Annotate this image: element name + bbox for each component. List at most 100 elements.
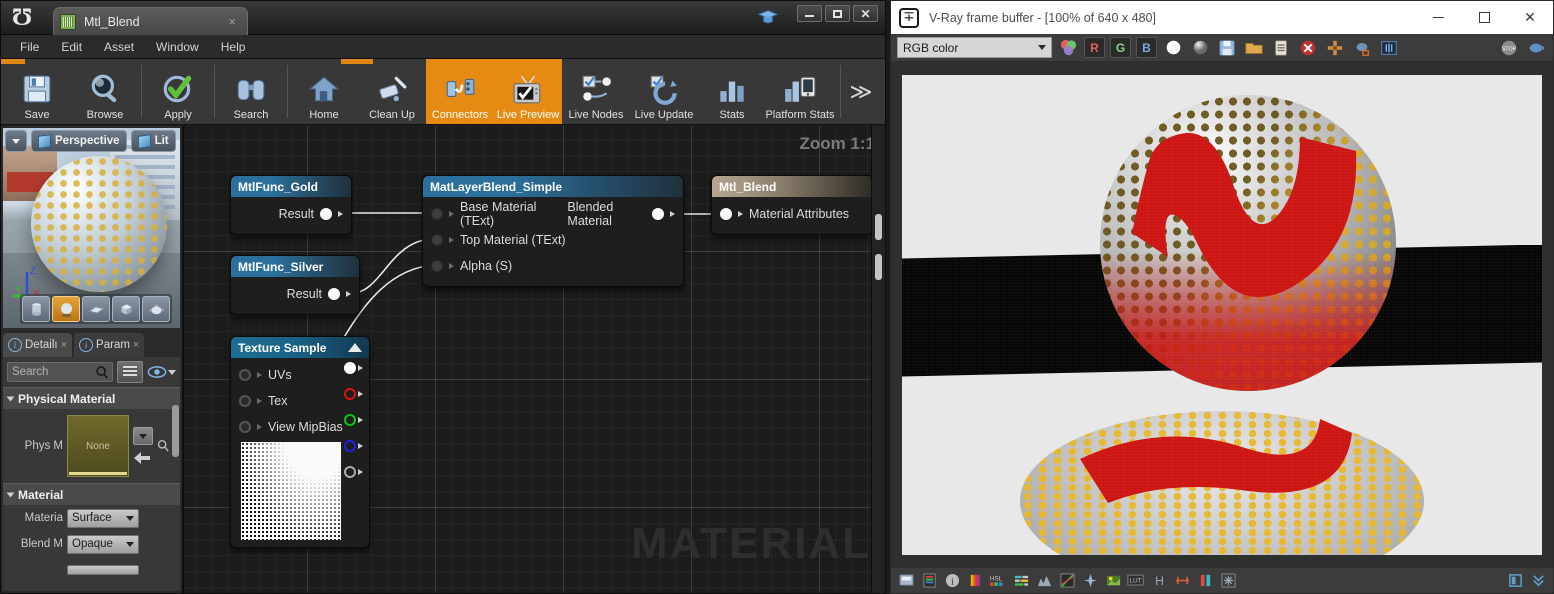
details-scrollbar[interactable]	[172, 405, 179, 457]
maximize-icon[interactable]	[1461, 1, 1507, 34]
node-header[interactable]: MtlFunc_Silver	[231, 256, 359, 277]
expand-icon[interactable]	[1529, 572, 1547, 590]
scrollbar-grip-lower[interactable]	[875, 254, 882, 280]
visibility-dropdown[interactable]	[147, 365, 176, 379]
graduation-hat-icon[interactable]	[757, 7, 779, 29]
node-output-row[interactable]: Result	[231, 201, 351, 227]
output-pin-a[interactable]	[344, 466, 363, 478]
asset-tab-mtl-blend[interactable]: Mtl_Blend ×	[53, 7, 248, 35]
rendered-image[interactable]	[902, 74, 1542, 555]
render-teapot-icon[interactable]	[1351, 37, 1373, 59]
minimize-icon[interactable]	[797, 5, 822, 22]
browse-to-asset-icon[interactable]	[157, 439, 169, 453]
collapse-triangle-icon[interactable]	[348, 343, 362, 352]
section-header-physical-material[interactable]: Physical Material	[3, 387, 180, 409]
open-image-icon[interactable]	[1243, 37, 1265, 59]
cube-preview-shape[interactable]	[112, 296, 140, 322]
bloom-glare-icon[interactable]	[1196, 572, 1214, 590]
menu-item-asset[interactable]: Asset	[93, 37, 145, 57]
color-balance-icon[interactable]	[1012, 572, 1030, 590]
input-pin[interactable]	[239, 369, 251, 381]
tab-details[interactable]: i Detailı ×	[3, 333, 73, 357]
input-pin[interactable]	[239, 421, 251, 433]
color-corrections-icon[interactable]	[920, 572, 938, 590]
menu-item-file[interactable]: File	[9, 37, 50, 57]
asset-thumbnail[interactable]: None	[67, 415, 129, 477]
stop-render-icon[interactable]: STOP	[1498, 37, 1520, 59]
pan-region-icon[interactable]	[1324, 37, 1346, 59]
toolbar-button-live-preview[interactable]: Live Preview	[494, 59, 562, 124]
output-pin-b[interactable]	[344, 440, 363, 452]
white-balance-icon[interactable]	[1081, 572, 1099, 590]
cylinder-preview-shape[interactable]	[22, 296, 50, 322]
node-row-material-attributes[interactable]: Material Attributes	[712, 201, 873, 227]
search-input[interactable]: Search	[7, 362, 113, 382]
toolbar-button-live-nodes[interactable]: Live Nodes	[562, 59, 630, 124]
save-image-icon[interactable]	[1216, 37, 1238, 59]
close-icon[interactable]: ×	[61, 339, 67, 351]
output-pin[interactable]	[652, 208, 664, 220]
output-pin[interactable]	[320, 208, 332, 220]
texture-thumbnail[interactable]	[241, 442, 341, 540]
asset-picker-dropdown[interactable]	[133, 427, 153, 445]
toolbar-button-browse[interactable]: Browse	[71, 59, 139, 124]
channel-red-button[interactable]: R	[1084, 37, 1105, 58]
output-pin-r[interactable]	[344, 388, 363, 400]
display-correction-icon[interactable]	[897, 572, 915, 590]
toolbar-button-search[interactable]: Search	[217, 59, 285, 124]
layers-panel-icon[interactable]	[1506, 572, 1524, 590]
grid-view-icon[interactable]	[117, 361, 143, 383]
denoise-icon[interactable]	[1219, 572, 1237, 590]
output-pin-g[interactable]	[344, 414, 363, 426]
minimize-icon[interactable]	[1415, 1, 1461, 34]
node-matlayerblend-simple[interactable]: MatLayerBlend_Simple Base Material (TExt…	[422, 175, 684, 287]
clear-image-icon[interactable]	[1297, 37, 1319, 59]
toolbar-button-connectors[interactable]: Connectors	[426, 59, 494, 124]
node-header[interactable]: Texture Sample	[231, 337, 369, 358]
close-icon[interactable]: ✕	[853, 5, 878, 22]
input-pin[interactable]	[431, 260, 443, 272]
scrollbar-grip-upper[interactable]	[875, 214, 882, 240]
close-icon[interactable]: ✕	[1507, 1, 1553, 34]
viewport-camera-mode-button[interactable]: Perspective	[31, 130, 127, 152]
tab-parameters[interactable]: i Param ×	[74, 333, 145, 357]
node-header[interactable]: MatLayerBlend_Simple	[423, 176, 683, 197]
node-mtl-blend[interactable]: Mtl_Blend Material Attributes	[711, 175, 874, 235]
toolbar-button-home[interactable]: Home	[290, 59, 358, 124]
toolbar-button-save[interactable]: Save	[3, 59, 71, 124]
input-pin[interactable]	[239, 395, 251, 407]
channel-blue-button[interactable]: B	[1136, 37, 1157, 58]
node-row-top-material[interactable]: Top Material (TExt)	[423, 227, 683, 253]
color-wheel-icon[interactable]	[1057, 37, 1079, 59]
viewport-options-button[interactable]	[5, 130, 27, 152]
output-pin-rgb[interactable]	[344, 362, 363, 374]
node-row-base-material[interactable]: Base Material (TExt) Blended Material	[423, 200, 683, 228]
clipboard-icon[interactable]	[1270, 37, 1292, 59]
toolbar-overflow-button[interactable]: ≫	[843, 59, 879, 124]
material-preview-viewport[interactable]: Z X Y Pe	[3, 128, 180, 328]
sphere-preview-shape[interactable]	[52, 296, 80, 322]
output-pin[interactable]	[328, 288, 340, 300]
material-graph-canvas[interactable]: Zoom 1:1 MATERIAL MtlFunc_Gold Result Mt…	[183, 126, 885, 593]
toolbar-button-apply[interactable]: Apply	[144, 59, 212, 124]
node-texture-sample[interactable]: Texture Sample UVs Tex View MipBias	[230, 336, 370, 548]
graph-vertical-scrollbar[interactable]	[871, 126, 885, 593]
hsl-icon[interactable]: HSL	[989, 572, 1007, 590]
contrast-h-icon[interactable]: H	[1150, 572, 1168, 590]
node-mtlfunc-gold[interactable]: MtlFunc_Gold Result	[230, 175, 352, 235]
exposure-icon[interactable]	[966, 572, 984, 590]
toolbar-button-platform-stats[interactable]: Platform Stats	[765, 59, 835, 124]
close-icon[interactable]: ×	[223, 14, 241, 29]
section-header-material[interactable]: Material	[3, 483, 180, 505]
vray-render-canvas[interactable]	[891, 62, 1553, 567]
curve-icon[interactable]	[1058, 572, 1076, 590]
material-domain-dropdown[interactable]: Surface	[67, 508, 139, 528]
channel-select[interactable]: RGB color	[897, 37, 1052, 58]
ab-compare-icon[interactable]	[1378, 37, 1400, 59]
toolbar-button-stats[interactable]: Stats	[698, 59, 766, 124]
menu-item-edit[interactable]: Edit	[50, 37, 93, 57]
hue-icon[interactable]	[1104, 572, 1122, 590]
toolbar-button-live-update[interactable]: Live Update	[630, 59, 698, 124]
info-icon[interactable]: i	[943, 572, 961, 590]
sharpen-icon[interactable]	[1173, 572, 1191, 590]
